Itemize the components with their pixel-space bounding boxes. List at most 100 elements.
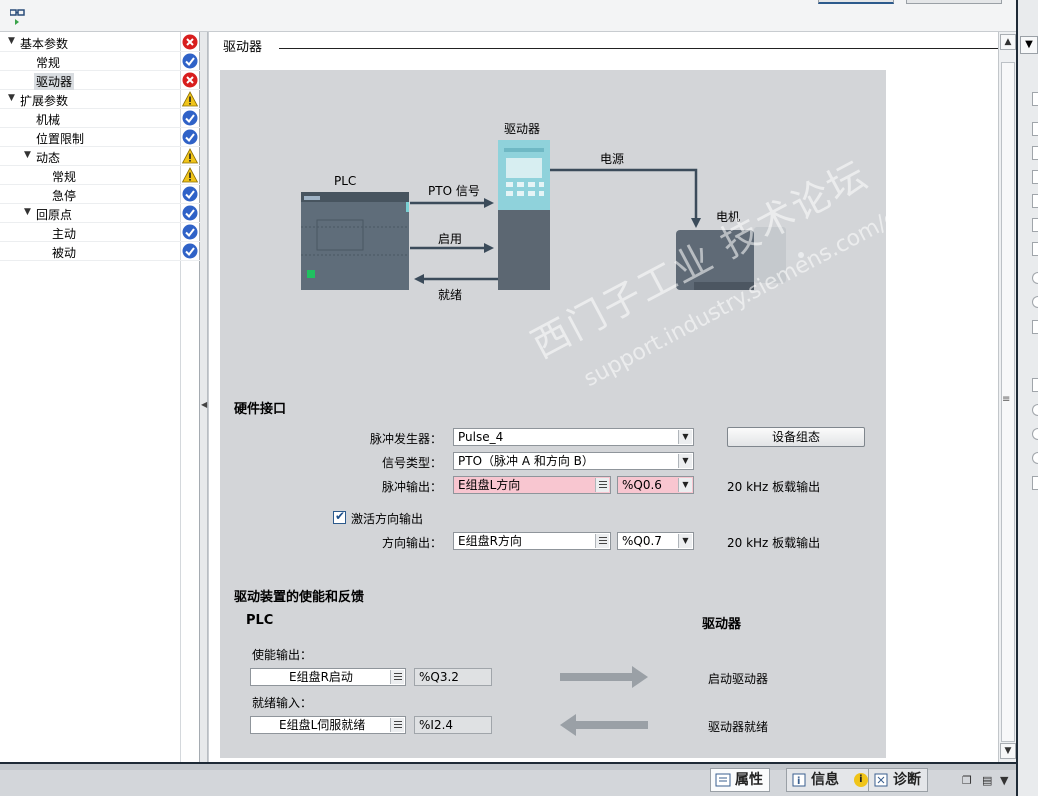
tree-item-passive-homing[interactable]: 被动 — [0, 242, 200, 261]
warning-icon — [181, 167, 199, 183]
signal-type-select[interactable]: PTO（脉冲 A 和方向 B） ▼ — [453, 452, 694, 470]
tree-item-mechanics[interactable]: 机械 — [0, 109, 200, 128]
dock-radio[interactable] — [1032, 452, 1038, 464]
enable-feedback-heading: 驱动装置的使能和反馈 — [234, 590, 365, 605]
activate-direction-checkbox[interactable]: ✔ — [333, 509, 346, 524]
tree-item-label: 位置限制 — [36, 132, 85, 146]
properties-icon — [715, 772, 731, 788]
dock-field[interactable] — [1032, 378, 1038, 392]
error-icon — [182, 34, 198, 50]
expand-arrow-icon[interactable]: ▼ — [24, 207, 31, 217]
direction-output-address-select[interactable]: %Q0.7 ▼ — [617, 532, 694, 550]
tab-properties[interactable]: 属性 — [710, 768, 770, 792]
scroll-grip-icon: ≡ — [1002, 394, 1011, 405]
tag-list-icon[interactable] — [390, 670, 404, 684]
tree-item-homing[interactable]: ▼ 回原点 — [0, 204, 200, 223]
info-icon: i — [791, 772, 807, 788]
plc-device-icon — [301, 192, 409, 290]
ready-label: 就绪 — [438, 288, 463, 302]
dock-chevron-down-icon[interactable]: ▼ — [1020, 36, 1038, 54]
direction-output-tag: E组盘R方向 — [458, 534, 522, 548]
chevron-down-icon[interactable]: ▼ — [1000, 774, 1008, 787]
enable-output-tag-field[interactable]: E组盘R启动 — [250, 668, 406, 686]
tag-list-icon[interactable] — [390, 718, 404, 732]
dock-radio[interactable] — [1032, 404, 1038, 416]
scroll-up-icon[interactable]: ▲ — [1000, 34, 1016, 50]
tree-item-emergency-stop[interactable]: 急停 — [0, 185, 200, 204]
tree-item-basic-params[interactable]: ▼ 基本参数 — [0, 33, 200, 52]
error-icon — [182, 72, 198, 88]
pulse-generator-select[interactable]: Pulse_4 ▼ — [453, 428, 694, 446]
pto-signal-label: PTO 信号 — [428, 184, 480, 198]
tab-secondary-top[interactable] — [906, 0, 1002, 4]
tree-item-dynamics[interactable]: ▼ 动态 — [0, 147, 200, 166]
pulse-output-tag: E组盘L方向 — [458, 478, 521, 492]
tree-item-label: 常规 — [36, 56, 61, 70]
tree-item-label: 主动 — [52, 227, 77, 241]
direction-output-tag-field[interactable]: E组盘R方向 — [453, 532, 611, 550]
chevron-down-icon[interactable]: ▼ — [678, 478, 692, 492]
chevron-down-icon[interactable]: ▼ — [678, 454, 692, 468]
collapse-arrow-icon[interactable]: ◀ — [201, 400, 207, 409]
chevron-down-icon[interactable]: ▼ — [678, 430, 692, 444]
dock-checkbox[interactable] — [1032, 146, 1038, 160]
pulse-output-label: 脉冲输出： — [382, 480, 443, 494]
view-toggle-icon[interactable] — [9, 8, 26, 29]
tab-info-label: 信息 — [811, 772, 839, 788]
tree-item-position-limits[interactable]: 位置限制 — [0, 128, 200, 147]
dock-checkbox[interactable] — [1032, 122, 1038, 136]
tab-properties-top[interactable] — [818, 0, 894, 4]
tree-item-drive[interactable]: 驱动器 — [0, 71, 200, 90]
info-warning-icon: i — [853, 773, 868, 787]
dock-checkbox[interactable] — [1032, 194, 1038, 208]
device-config-button[interactable]: 设备组态 — [727, 427, 865, 447]
dock-field[interactable] — [1032, 476, 1038, 490]
main-scrollbar[interactable]: ▲ ≡ ▼ — [998, 32, 1016, 762]
dock-checkbox[interactable] — [1032, 242, 1038, 256]
expand-arrow-icon[interactable]: ▼ — [8, 36, 15, 46]
dock-radio[interactable] — [1032, 428, 1038, 440]
motor-label: 电机 — [716, 210, 741, 224]
power-line — [550, 168, 701, 228]
expand-arrow-icon[interactable]: ▼ — [8, 93, 15, 103]
tree-item-general[interactable]: 常规 — [0, 52, 200, 71]
chevron-down-icon[interactable]: ▼ — [678, 534, 692, 548]
pulse-output-note: 20 kHz 板载输出 — [727, 480, 821, 494]
dock-radio[interactable] — [1032, 272, 1038, 284]
dock-checkbox[interactable] — [1032, 170, 1038, 184]
panel-splitter[interactable]: ◀ — [200, 32, 208, 762]
restore-icon[interactable]: ❐ — [962, 774, 972, 787]
dock-radio[interactable] — [1032, 296, 1038, 308]
pulse-output-tag-field[interactable]: E组盘L方向 — [453, 476, 611, 494]
dock-checkbox[interactable] — [1032, 218, 1038, 232]
ready-flow-arrow — [560, 714, 648, 736]
svg-text:i: i — [797, 776, 800, 787]
tree-item-label: 被动 — [52, 246, 77, 260]
tag-list-icon[interactable] — [595, 534, 609, 548]
expand-arrow-icon[interactable]: ▼ — [24, 150, 31, 160]
dock-field[interactable] — [1032, 320, 1038, 334]
enable-output-tag: E组盘R启动 — [289, 670, 353, 684]
main-content: 驱动器 PLC 驱动器 电源 电机 PTO 信号 启用 就绪 西门子工业 技术论… — [209, 32, 998, 762]
tree-item-active-homing[interactable]: 主动 — [0, 223, 200, 242]
ready-input-tag-field[interactable]: E组盘L伺服就绪 — [250, 716, 406, 734]
drive-diagram — [301, 140, 804, 290]
tag-list-icon[interactable] — [595, 478, 609, 492]
tree-item-label: 驱动器 — [34, 73, 75, 90]
tab-diagnostics[interactable]: 诊断 — [868, 768, 928, 792]
layout-icon[interactable]: ▤ — [982, 774, 992, 787]
task-card-dock: ▼ — [1016, 0, 1038, 796]
pto-arrow — [410, 198, 494, 208]
tab-diagnostics-label: 诊断 — [893, 772, 921, 788]
enable-output-address: %Q3.2 — [414, 668, 492, 686]
tree-item-dynamics-general[interactable]: 常规 — [0, 166, 200, 185]
scroll-down-icon[interactable]: ▼ — [1000, 743, 1016, 759]
parameter-tree: ▼ 基本参数 常规 驱动器 ▼ 扩展参数 机械 位置限制 ▼ 动态 常规 急停 ▼ 回原点 主动 被动 — [0, 32, 200, 762]
tree-item-extended-params[interactable]: ▼ 扩展参数 — [0, 90, 200, 109]
tree-item-label: 回原点 — [36, 208, 73, 222]
pulse-output-address-select[interactable]: %Q0.6 ▼ — [617, 476, 694, 494]
pulse-generator-label: 脉冲发生器： — [370, 432, 443, 446]
tab-info[interactable]: i 信息 i — [786, 768, 875, 792]
activate-direction-label: 激活方向输出 — [351, 512, 424, 526]
dock-field[interactable] — [1032, 92, 1038, 106]
